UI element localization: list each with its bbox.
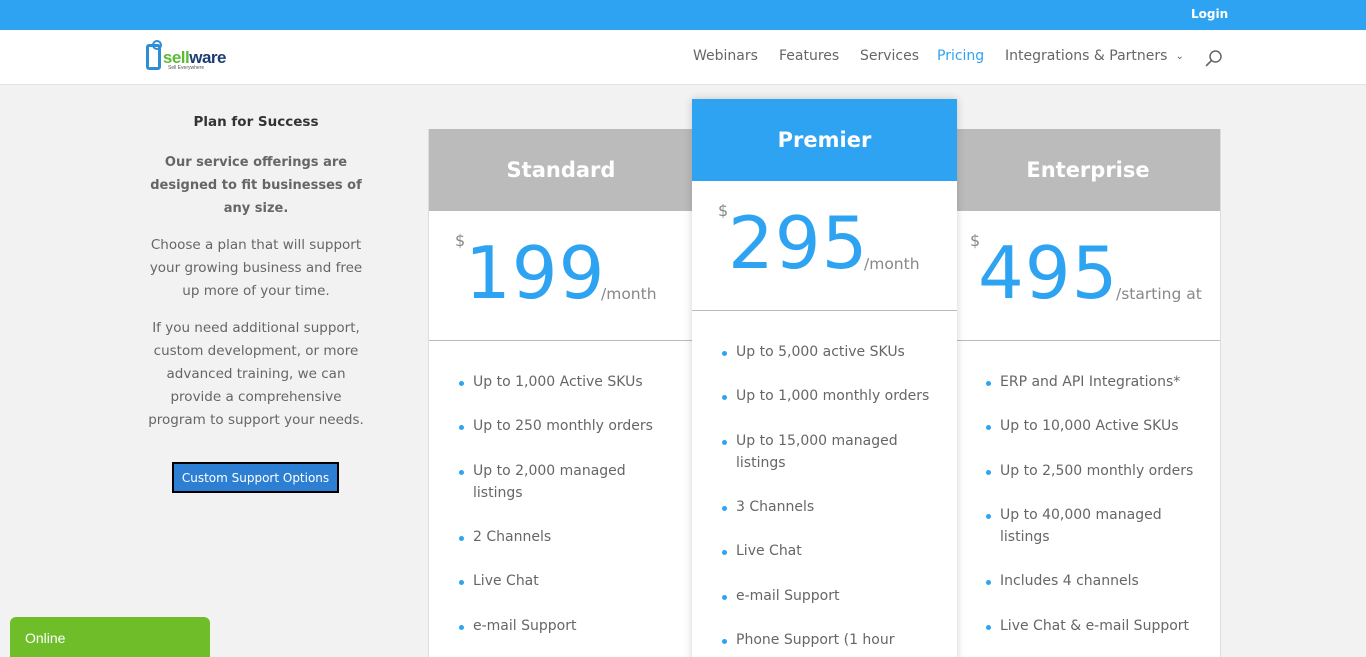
nav-integrations[interactable]: Integrations & Partners ⌄ <box>1005 48 1184 64</box>
price-amount: 495 <box>978 231 1119 315</box>
feature-list: ERP and API Integrations* Up to 10,000 A… <box>956 341 1220 637</box>
list-item: ERP and API Integrations* <box>956 371 1220 393</box>
list-item: Up to 2,500 monthly orders <box>956 460 1220 482</box>
chevron-down-icon: ⌄ <box>1175 51 1184 62</box>
pricing-table-enterprise: Enterprise $ 495 /starting at ERP and AP… <box>956 129 1221 657</box>
top-bar: Login <box>0 0 1366 30</box>
nav-pricing[interactable]: Pricing <box>937 48 984 64</box>
price-frequency: /month <box>864 255 920 273</box>
nav-features[interactable]: Features <box>779 48 839 64</box>
custom-support-options-button[interactable]: Custom Support Options <box>172 462 339 493</box>
search-icon[interactable] <box>1205 49 1223 67</box>
price-amount: 295 <box>728 201 869 285</box>
sellware-logo[interactable]: sellware Sell Everywhere <box>146 40 226 74</box>
feature-list: Up to 5,000 active SKUs Up to 1,000 mont… <box>692 311 957 651</box>
logo-wordmark: sellware <box>162 47 227 67</box>
site-header: sellware Sell Everywhere Webinars Featur… <box>0 30 1366 84</box>
list-item: e-mail Support <box>692 585 957 607</box>
sidebar-paragraph-2: If you need additional support, custom d… <box>148 320 364 428</box>
price-frequency: /starting at <box>1116 285 1202 303</box>
sidebar-lead: Our service offerings are designed to fi… <box>150 155 362 216</box>
list-item: 2 Channels <box>429 526 693 548</box>
list-item: Up to 15,000 managed listings <box>692 430 957 474</box>
list-item: Includes 4 channels <box>956 570 1220 592</box>
price-box: $ 295 /month <box>692 181 957 311</box>
list-item: Phone Support (1 hour <box>692 629 957 651</box>
nav-services[interactable]: Services <box>860 48 919 64</box>
sidebar-paragraph-1: Choose a plan that will support your gro… <box>149 237 363 299</box>
shopping-bag-icon <box>146 40 162 70</box>
list-item: Up to 10,000 Active SKUs <box>956 415 1220 437</box>
list-item: Live Chat <box>429 570 693 592</box>
list-item: Up to 250 monthly orders <box>429 415 693 437</box>
login-link[interactable]: Login <box>1191 7 1228 21</box>
plan-title: Premier <box>692 99 957 181</box>
price-frequency: /month <box>601 285 657 303</box>
list-item: Up to 5,000 active SKUs <box>692 341 957 363</box>
price-box: $ 495 /starting at <box>956 211 1220 341</box>
logo-tagline: Sell Everywhere <box>168 65 205 71</box>
price-amount: 199 <box>465 231 606 315</box>
nav-webinars[interactable]: Webinars <box>693 48 758 64</box>
list-item: Live Chat <box>692 540 957 562</box>
plan-title: Standard <box>429 129 693 211</box>
nav-integrations-label: Integrations & Partners <box>1005 48 1168 64</box>
sidebar-title: Plan for Success <box>193 114 319 130</box>
list-item: Up to 1,000 monthly orders <box>692 385 957 407</box>
feature-list: Up to 1,000 Active SKUs Up to 250 monthl… <box>429 341 693 637</box>
list-item: e-mail Support <box>429 615 693 637</box>
currency-symbol: $ <box>455 231 466 250</box>
sidebar: Plan for Success Our service offerings a… <box>140 114 372 432</box>
chat-widget-online[interactable]: Online <box>10 617 210 657</box>
currency-symbol: $ <box>718 201 729 220</box>
plan-title: Enterprise <box>956 129 1220 211</box>
list-item: Up to 1,000 Active SKUs <box>429 371 693 393</box>
price-box: $ 199 /month <box>429 211 693 341</box>
list-item: Live Chat & e-mail Support <box>956 615 1220 637</box>
list-item: Up to 2,000 managed listings <box>429 460 693 504</box>
list-item: Up to 40,000 managed listings <box>956 504 1220 548</box>
pricing-table-premier: Premier $ 295 /month Up to 5,000 active … <box>692 99 957 657</box>
pricing-table-standard: Standard $ 199 /month Up to 1,000 Active… <box>428 129 693 657</box>
list-item: 3 Channels <box>692 496 957 518</box>
